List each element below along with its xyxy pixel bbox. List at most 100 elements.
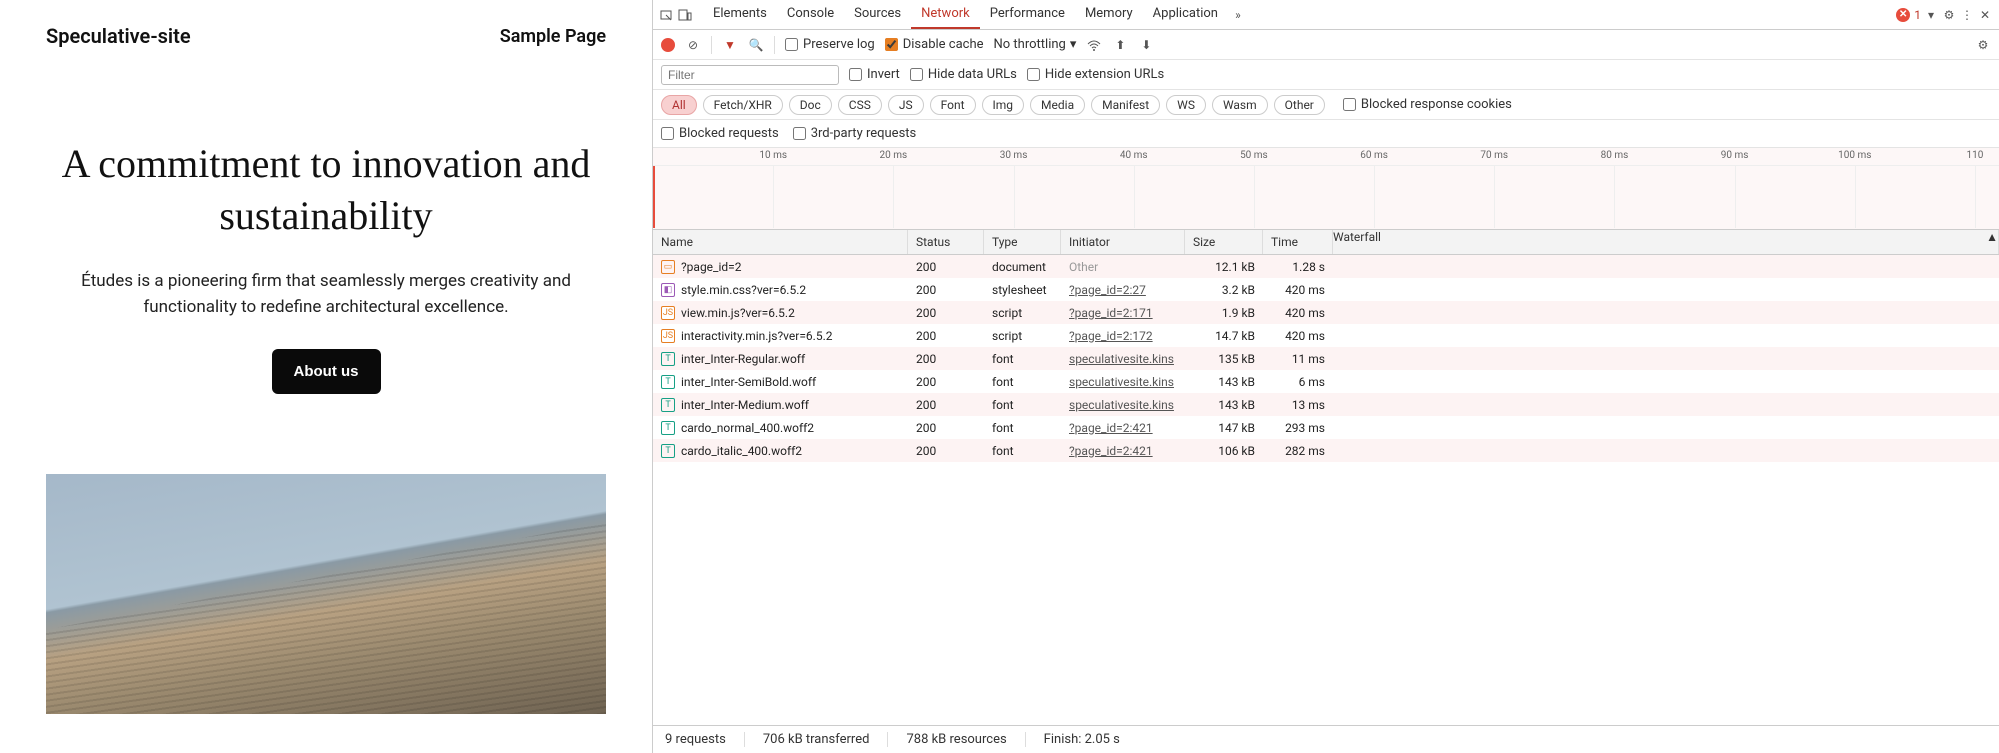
hero-subtitle: Études is a pioneering firm that seamles…	[46, 268, 606, 321]
hide-data-urls-checkbox[interactable]: Hide data URLs	[910, 67, 1017, 82]
hide-extension-urls-checkbox[interactable]: Hide extension URLs	[1027, 67, 1164, 82]
search-icon[interactable]: 🔍	[748, 37, 764, 53]
request-initiator[interactable]: speculativesite.kins	[1069, 398, 1174, 412]
type-manifest[interactable]: Manifest	[1091, 95, 1160, 115]
throttling-select[interactable]: No throttling ▾	[994, 37, 1077, 52]
wifi-icon[interactable]	[1086, 37, 1102, 53]
type-font[interactable]: Font	[930, 95, 976, 115]
table-row[interactable]: ◧style.min.css?ver=6.5.2200stylesheet?pa…	[653, 278, 1999, 301]
error-badge[interactable]: ✕ 1	[1896, 8, 1921, 22]
upload-icon[interactable]: ⬆	[1112, 37, 1128, 53]
request-initiator[interactable]: Other	[1069, 260, 1098, 274]
table-row[interactable]: JSview.min.js?ver=6.5.2200script?page_id…	[653, 301, 1999, 324]
col-size[interactable]: Size	[1185, 230, 1263, 254]
table-row[interactable]: Tinter_Inter-SemiBold.woff200fontspecula…	[653, 370, 1999, 393]
chevron-down-icon[interactable]: ▾	[1923, 7, 1939, 23]
timeline-overview[interactable]: 10 ms20 ms30 ms40 ms50 ms60 ms70 ms80 ms…	[653, 148, 1999, 230]
type-ws[interactable]: WS	[1166, 95, 1206, 115]
download-icon[interactable]: ⬇	[1138, 37, 1154, 53]
devtools-panel: ElementsConsoleSourcesNetworkPerformance…	[652, 0, 1999, 753]
device-icon[interactable]	[677, 7, 693, 23]
request-size: 143 kB	[1185, 398, 1263, 412]
type-js[interactable]: JS	[888, 95, 924, 115]
table-row[interactable]: ▭?page_id=2200documentOther12.1 kB1.28 s	[653, 255, 1999, 278]
type-all[interactable]: All	[661, 95, 697, 115]
file-js-icon: JS	[661, 329, 675, 343]
table-row[interactable]: Tcardo_italic_400.woff2200font?page_id=2…	[653, 439, 1999, 462]
request-time: 420 ms	[1263, 329, 1333, 343]
file-doc-icon: ▭	[661, 260, 675, 274]
record-button[interactable]	[661, 38, 675, 52]
blocked-cookies-checkbox[interactable]: Blocked response cookies	[1343, 97, 1512, 112]
request-initiator[interactable]: speculativesite.kins	[1069, 352, 1174, 366]
disable-cache-checkbox[interactable]: Disable cache	[885, 37, 984, 52]
request-type: stylesheet	[984, 283, 1061, 297]
table-row[interactable]: JSinteractivity.min.js?ver=6.5.2200scrip…	[653, 324, 1999, 347]
tab-console[interactable]: Console	[777, 0, 844, 29]
chevron-down-icon: ▾	[1070, 37, 1077, 52]
type-fetch-xhr[interactable]: Fetch/XHR	[703, 95, 783, 115]
col-status[interactable]: Status	[908, 230, 984, 254]
tab-memory[interactable]: Memory	[1075, 0, 1143, 29]
clear-icon[interactable]: ⊘	[685, 37, 701, 53]
request-name: ?page_id=2	[681, 260, 741, 274]
request-type: font	[984, 444, 1061, 458]
filter-input[interactable]	[661, 65, 839, 85]
request-time: 282 ms	[1263, 444, 1333, 458]
file-js-icon: JS	[661, 306, 675, 320]
col-name[interactable]: Name	[653, 230, 908, 254]
blocked-requests-checkbox[interactable]: Blocked requests	[661, 126, 779, 141]
type-wasm[interactable]: Wasm	[1212, 95, 1268, 115]
table-row[interactable]: Tinter_Inter-Regular.woff200fontspeculat…	[653, 347, 1999, 370]
tab-application[interactable]: Application	[1143, 0, 1228, 29]
col-type[interactable]: Type	[984, 230, 1061, 254]
request-initiator[interactable]: ?page_id=2:171	[1069, 306, 1153, 320]
type-doc[interactable]: Doc	[789, 95, 832, 115]
file-font-icon: T	[661, 444, 675, 458]
site-title[interactable]: Speculative-site	[46, 24, 191, 48]
gear-icon[interactable]: ⚙	[1975, 37, 1991, 53]
request-initiator[interactable]: speculativesite.kins	[1069, 375, 1174, 389]
type-css[interactable]: CSS	[838, 95, 882, 115]
request-initiator[interactable]: ?page_id=2:421	[1069, 421, 1153, 435]
preserve-log-checkbox[interactable]: Preserve log	[785, 37, 875, 52]
status-resources: 788 kB resources	[906, 732, 1025, 747]
tab-performance[interactable]: Performance	[980, 0, 1075, 29]
filter-icon[interactable]: ▼	[722, 37, 738, 53]
col-initiator[interactable]: Initiator	[1061, 230, 1185, 254]
inspect-icon[interactable]	[659, 7, 675, 23]
type-other[interactable]: Other	[1274, 95, 1325, 115]
request-time: 293 ms	[1263, 421, 1333, 435]
kebab-icon[interactable]: ⋮	[1959, 7, 1975, 23]
gear-icon[interactable]: ⚙	[1941, 7, 1957, 23]
request-initiator[interactable]: ?page_id=2:421	[1069, 444, 1153, 458]
timeline-tick: 20 ms	[880, 150, 908, 161]
request-type: document	[984, 260, 1061, 274]
col-waterfall[interactable]: Waterfall▲	[1333, 230, 1999, 254]
col-time[interactable]: Time	[1263, 230, 1333, 254]
type-img[interactable]: Img	[982, 95, 1025, 115]
about-us-button[interactable]: About us	[272, 349, 381, 394]
invert-checkbox[interactable]: Invert	[849, 67, 900, 82]
tab-sources[interactable]: Sources	[844, 0, 911, 29]
table-row[interactable]: Tinter_Inter-Medium.woff200fontspeculati…	[653, 393, 1999, 416]
request-status: 200	[908, 306, 984, 320]
request-name: inter_Inter-Medium.woff	[681, 398, 809, 412]
more-tabs-icon[interactable]: »	[1230, 7, 1246, 23]
request-time: 11 ms	[1263, 352, 1333, 366]
nav-sample-page[interactable]: Sample Page	[500, 26, 606, 47]
request-name: inter_Inter-SemiBold.woff	[681, 375, 816, 389]
timeline-tick: 50 ms	[1240, 150, 1268, 161]
request-initiator[interactable]: ?page_id=2:172	[1069, 329, 1153, 343]
type-media[interactable]: Media	[1030, 95, 1085, 115]
request-size: 1.9 kB	[1185, 306, 1263, 320]
third-party-checkbox[interactable]: 3rd-party requests	[793, 126, 917, 141]
request-initiator[interactable]: ?page_id=2:27	[1069, 283, 1146, 297]
tab-network[interactable]: Network	[911, 0, 980, 29]
hero-image	[46, 474, 606, 714]
close-icon[interactable]: ✕	[1977, 7, 1993, 23]
devtools-tabs: ElementsConsoleSourcesNetworkPerformance…	[653, 0, 1999, 30]
table-row[interactable]: Tcardo_normal_400.woff2200font?page_id=2…	[653, 416, 1999, 439]
request-size: 14.7 kB	[1185, 329, 1263, 343]
tab-elements[interactable]: Elements	[703, 0, 777, 29]
